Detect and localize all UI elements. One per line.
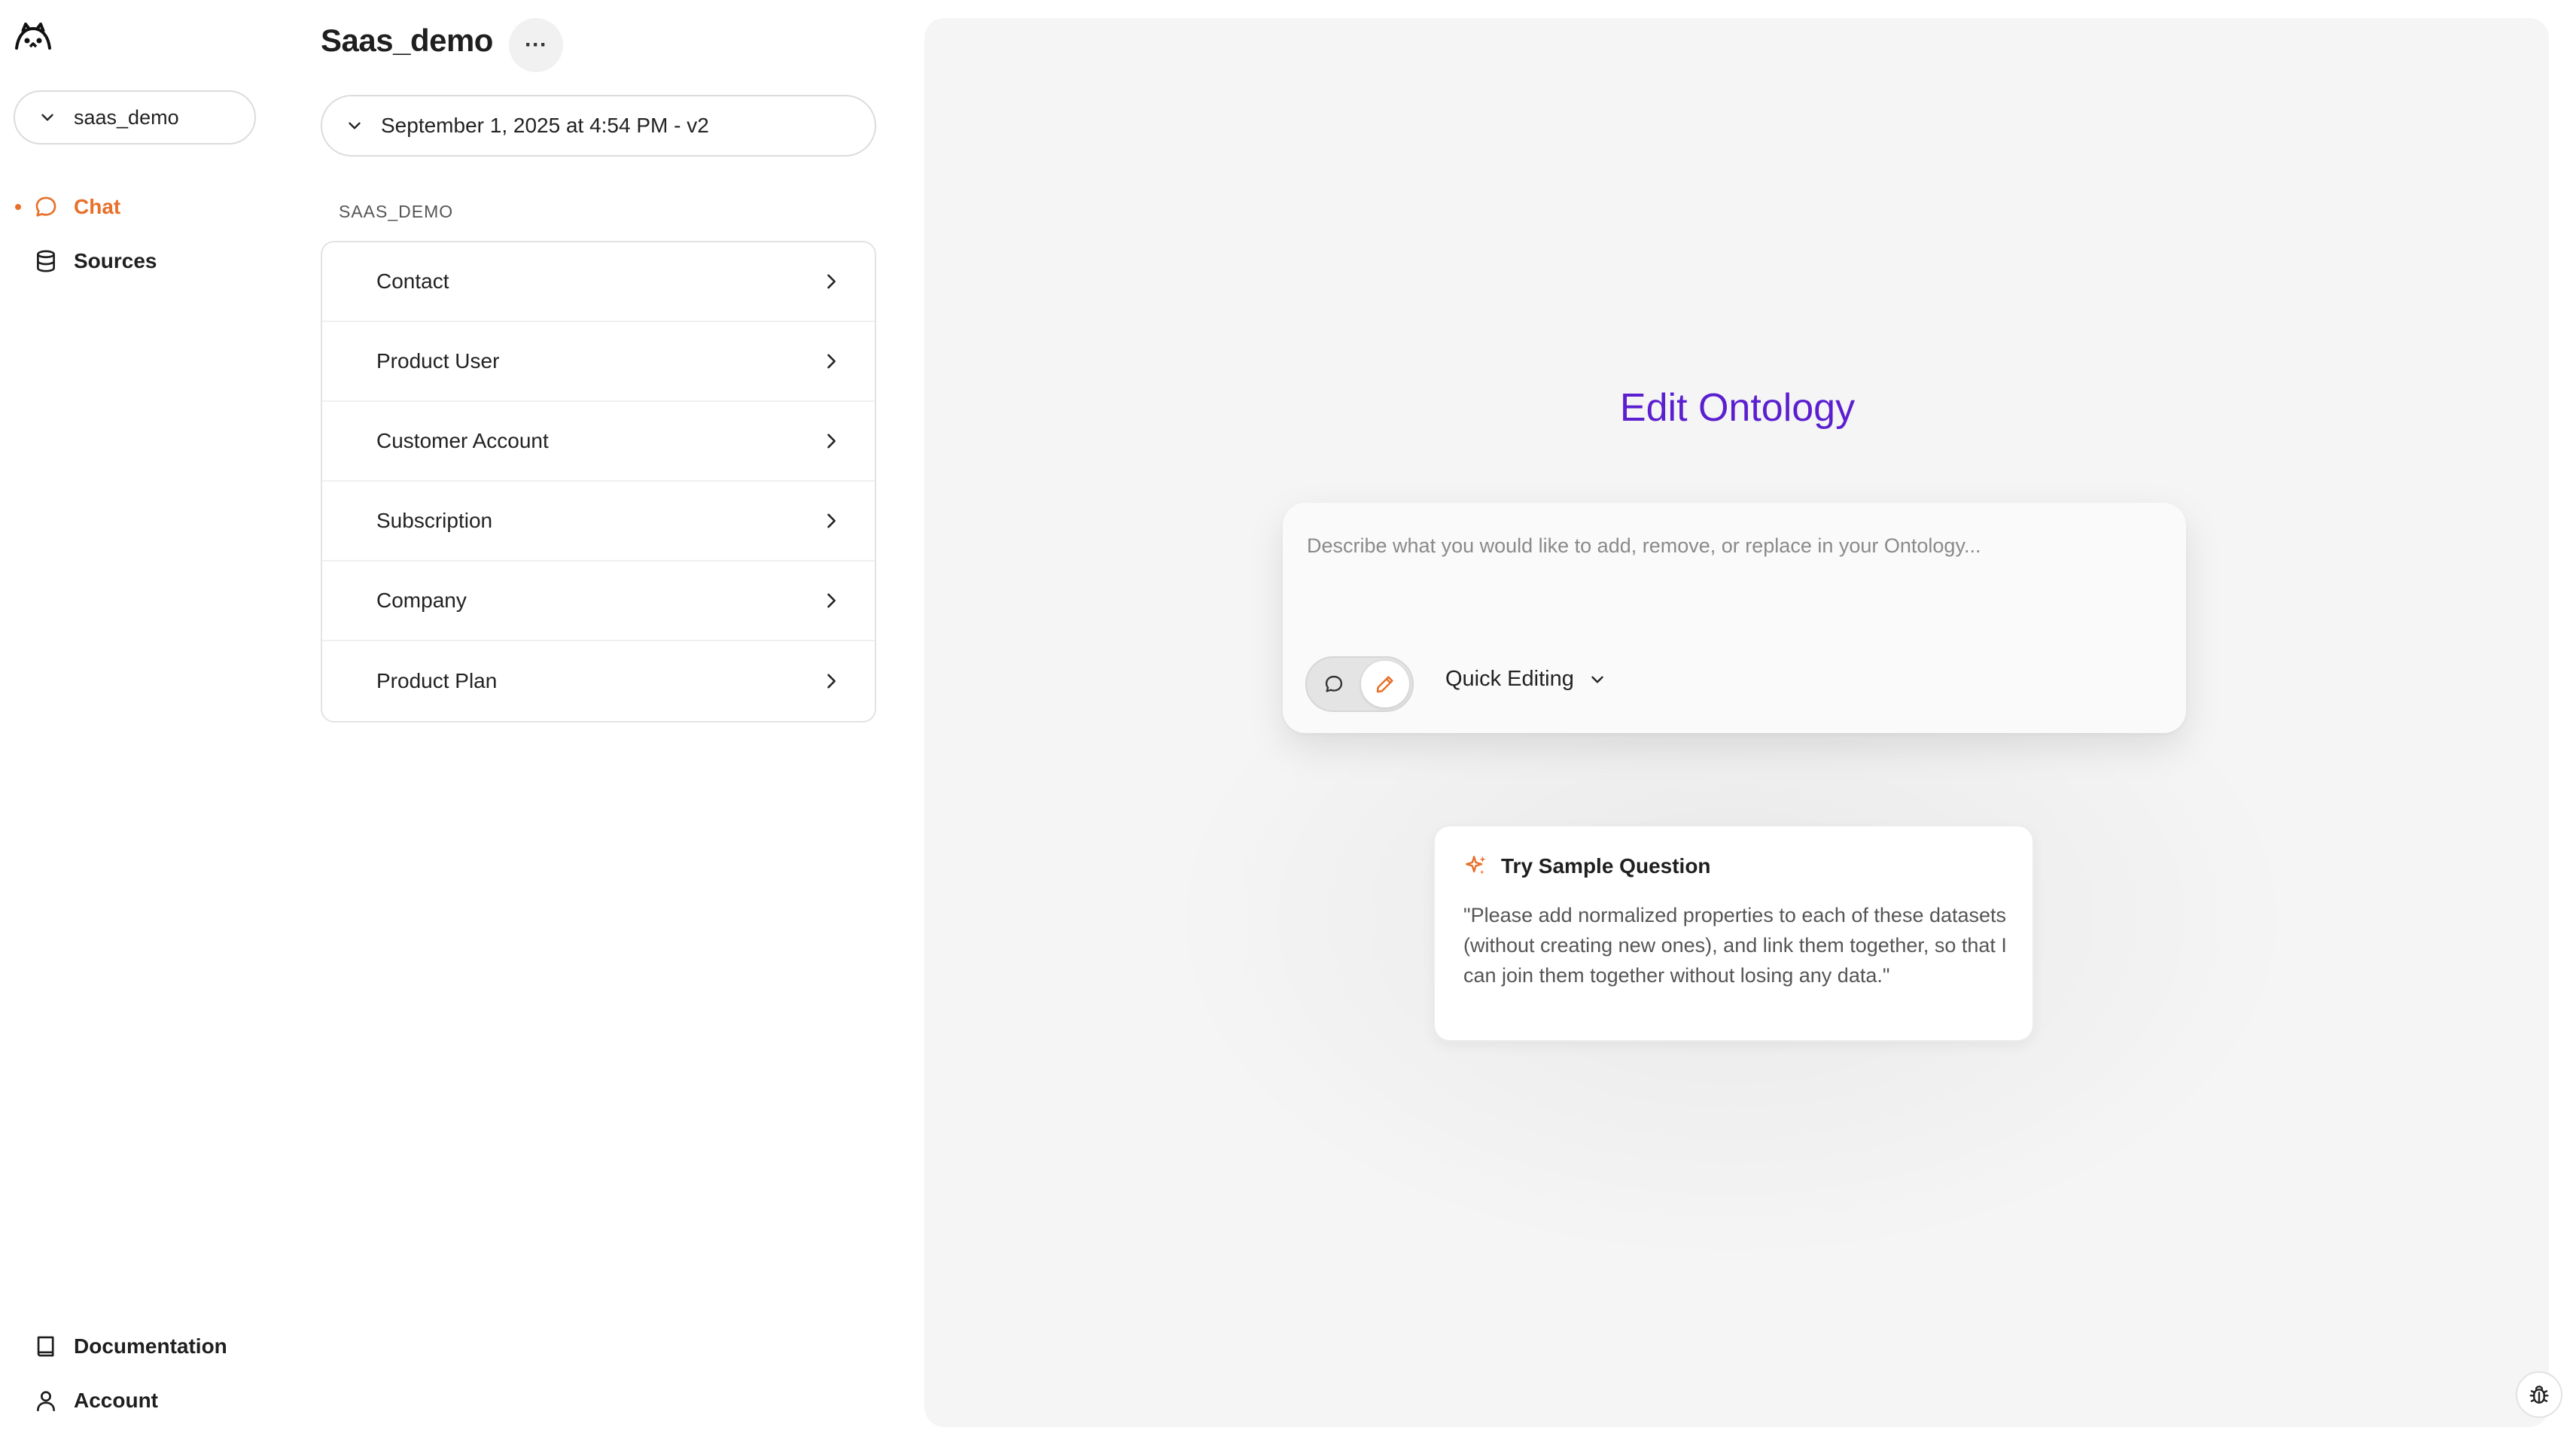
chevron-right-icon (827, 274, 836, 289)
entity-label: Subscription (376, 509, 493, 532)
active-indicator-dot (15, 204, 21, 210)
edit-mode-option[interactable] (1361, 661, 1409, 707)
section-label: SAAS_DEMO (339, 202, 454, 221)
database-icon (37, 250, 55, 272)
version-selector[interactable]: September 1, 2025 at 4:54 PM - v2 (321, 95, 876, 157)
chevron-down-icon (1591, 676, 1603, 683)
chevron-right-icon (827, 593, 836, 608)
cat-face-logo-icon (15, 23, 51, 50)
entity-label: Customer Account (376, 429, 549, 452)
sample-question-header: Try Sample Question (1463, 853, 1711, 879)
chevron-right-icon (827, 674, 836, 689)
sample-question-text: "Please add normalized properties to eac… (1463, 904, 2007, 987)
page-title: Edit Ontology (1619, 386, 1856, 430)
entity-label: Contact (376, 269, 449, 293)
chevron-right-icon (827, 513, 836, 528)
pencil-icon (1376, 676, 1393, 693)
chevron-right-icon (827, 354, 836, 369)
nav-item-chat[interactable]: Chat (15, 194, 121, 220)
chat-bubble-icon (1325, 675, 1343, 692)
user-icon (37, 1391, 55, 1412)
nav-label-documentation: Documentation (74, 1334, 227, 1358)
sample-question-heading: Try Sample Question (1501, 854, 1711, 878)
project-selector-value: saas_demo (74, 105, 179, 129)
entity-row-contact[interactable]: Contact (322, 242, 875, 322)
nav-label-sources: Sources (74, 249, 157, 272)
nav-item-documentation[interactable]: Documentation (33, 1334, 227, 1359)
chevron-down-icon (41, 114, 53, 121)
chevron-right-icon (827, 434, 836, 449)
entity-label: Product Plan (376, 669, 498, 692)
mode-toggle[interactable] (1305, 656, 1414, 712)
nav-item-account[interactable]: Account (33, 1388, 158, 1413)
entity-row-company[interactable]: Company (322, 561, 875, 641)
sample-question-card[interactable]: Try Sample Question "Please add normaliz… (1433, 825, 2034, 1042)
bug-icon (2529, 1386, 2549, 1404)
entity-label: Company (376, 589, 467, 612)
chat-mode-option[interactable] (1310, 661, 1358, 707)
project-title: Saas_demo (321, 23, 493, 58)
project-selector[interactable]: saas_demo (14, 90, 256, 145)
prompt-card: Describe what you would like to add, rem… (1283, 503, 2186, 733)
entity-row-product-user[interactable]: Product User (322, 322, 875, 402)
chat-bubble-icon (35, 196, 56, 217)
sparkle-icon (1466, 856, 1486, 875)
prompt-input[interactable]: Describe what you would like to add, rem… (1307, 534, 1981, 558)
nav-label-chat: Chat (74, 195, 121, 218)
app-logo[interactable] (14, 23, 53, 53)
more-horizontal-icon: ··· (525, 32, 547, 57)
quick-editing-label: Quick Editing (1445, 667, 1574, 691)
entity-list: Contact Product User Customer Account Su… (321, 241, 876, 723)
nav-label-account: Account (74, 1389, 158, 1412)
entity-row-product-plan[interactable]: Product Plan (322, 641, 875, 721)
entity-row-customer-account[interactable]: Customer Account (322, 402, 875, 482)
entity-row-subscription[interactable]: Subscription (322, 482, 875, 561)
chevron-down-icon (349, 122, 361, 129)
bug-report-button[interactable] (2516, 1371, 2562, 1418)
nav-item-sources[interactable]: Sources (33, 248, 157, 274)
quick-editing-dropdown[interactable]: Quick Editing (1445, 667, 1607, 692)
version-selector-value: September 1, 2025 at 4:54 PM - v2 (381, 114, 709, 137)
entity-label: Product User (376, 349, 500, 373)
more-options-button[interactable]: ··· (509, 18, 563, 72)
book-icon (37, 1336, 54, 1357)
